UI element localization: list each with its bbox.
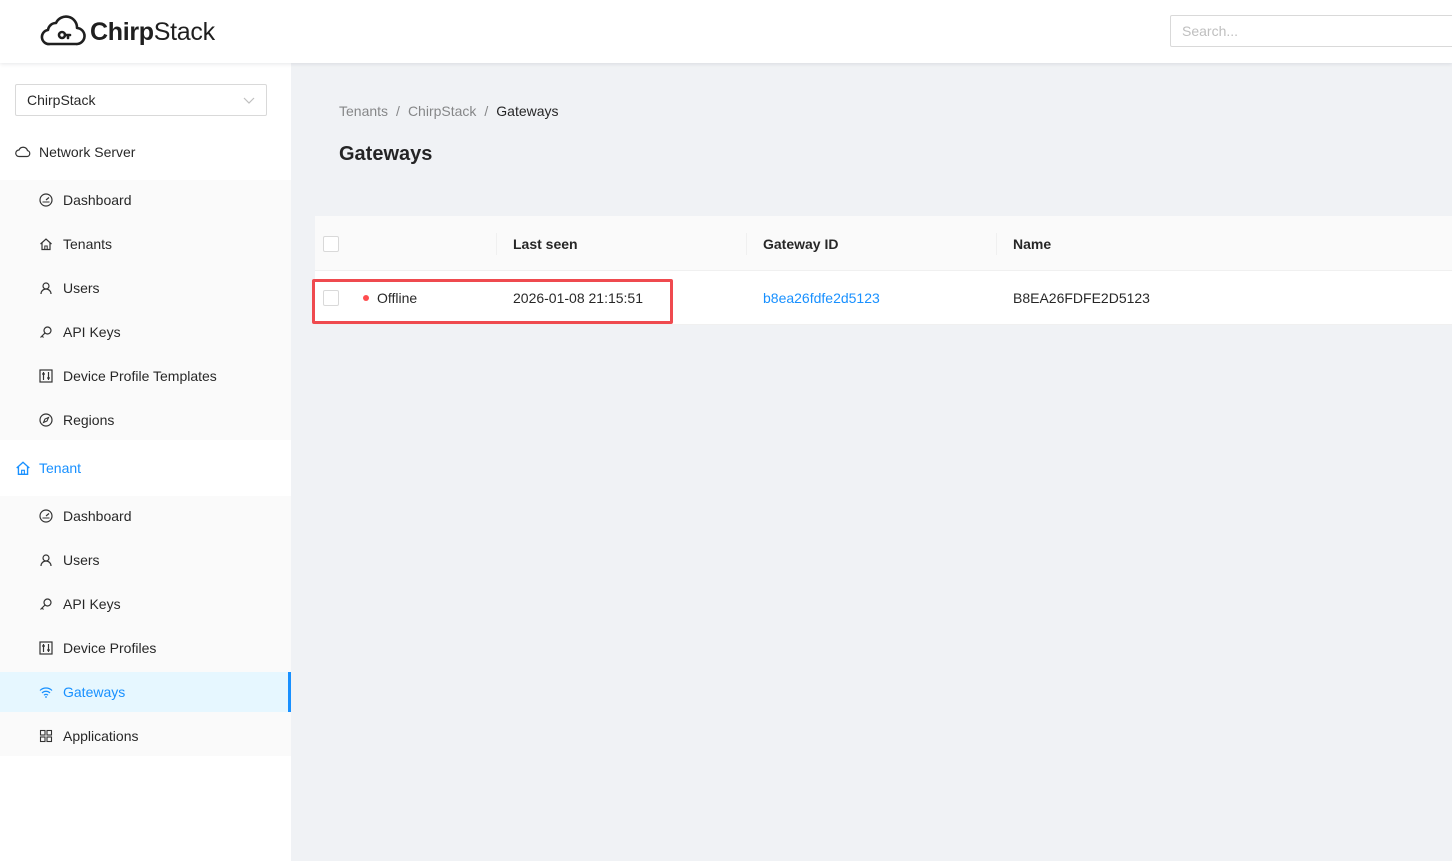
logo-text: ChirpStack bbox=[90, 17, 215, 46]
sidebar-item-label: API Keys bbox=[63, 324, 121, 340]
home-icon bbox=[15, 460, 31, 476]
select-all-checkbox[interactable] bbox=[323, 235, 339, 252]
column-divider bbox=[996, 233, 997, 255]
chirpstack-logo[interactable]: ChirpStack bbox=[40, 14, 215, 50]
user-icon bbox=[39, 553, 53, 567]
sidebar-item-label: Applications bbox=[63, 728, 139, 744]
sidebar-item-regions[interactable]: Regions bbox=[0, 400, 291, 440]
sidebar-item-ns-users[interactable]: Users bbox=[0, 268, 291, 308]
breadcrumb-tenants[interactable]: Tenants bbox=[339, 103, 388, 119]
breadcrumb-separator: / bbox=[484, 103, 489, 119]
cloud-icon bbox=[15, 146, 31, 158]
tenant-items: Dashboard Users API Keys Device Profiles… bbox=[0, 496, 291, 756]
sidebar-item-applications[interactable]: Applications bbox=[0, 716, 291, 756]
sidebar-item-ns-dashboard[interactable]: Dashboard bbox=[0, 180, 291, 220]
sidebar-item-device-profile-templates[interactable]: Device Profile Templates bbox=[0, 356, 291, 396]
compass-icon bbox=[39, 413, 53, 427]
sidebar-item-label: Device Profile Templates bbox=[63, 368, 217, 384]
sidebar-item-label: Device Profiles bbox=[63, 640, 157, 656]
table-header: Last seen Gateway ID Name bbox=[315, 216, 1452, 271]
sidebar-item-label: Gateways bbox=[63, 684, 126, 700]
search-input[interactable] bbox=[1170, 15, 1452, 47]
appstore-icon bbox=[39, 729, 53, 743]
breadcrumb-chirpstack[interactable]: ChirpStack bbox=[408, 103, 476, 119]
sidebar-item-label: API Keys bbox=[63, 596, 121, 612]
gateway-name-cell: B8EA26FDFE2D5123 bbox=[1013, 290, 1150, 306]
top-header: ChirpStack bbox=[0, 0, 1452, 63]
chirpstack-logo-icon bbox=[40, 15, 86, 46]
control-icon bbox=[39, 641, 53, 655]
submenu-network-server[interactable]: Network Server bbox=[0, 128, 291, 176]
sidebar-item-label: Regions bbox=[63, 412, 115, 428]
column-header-gateway-id[interactable]: Gateway ID bbox=[763, 216, 838, 271]
column-divider bbox=[746, 233, 747, 255]
column-divider bbox=[496, 233, 497, 255]
sidebar-item-label: Dashboard bbox=[63, 508, 132, 524]
sidebar-item-label: Users bbox=[63, 280, 100, 296]
sidebar-item-device-profiles[interactable]: Device Profiles bbox=[0, 628, 291, 668]
submenu-tenant-label: Tenant bbox=[39, 460, 82, 476]
column-header-name[interactable]: Name bbox=[1013, 216, 1051, 271]
breadcrumb: Tenants / ChirpStack / Gateways bbox=[339, 103, 559, 119]
sidebar: ChirpStack Network Server Dashboard Tena… bbox=[0, 63, 291, 861]
gateway-id-link[interactable]: b8ea26fdfe2d5123 bbox=[763, 271, 880, 325]
sidebar-item-gateways[interactable]: Gateways bbox=[0, 672, 291, 712]
sidebar-item-tenants[interactable]: Tenants bbox=[0, 224, 291, 264]
key-icon bbox=[39, 325, 53, 339]
main-content: Tenants / ChirpStack / Gateways Gateways… bbox=[291, 63, 1452, 861]
submenu-network-server-label: Network Server bbox=[39, 144, 136, 160]
breadcrumb-gateways: Gateways bbox=[496, 103, 559, 119]
key-icon bbox=[39, 597, 53, 611]
home-icon bbox=[39, 237, 53, 251]
column-header-last-seen[interactable]: Last seen bbox=[513, 216, 578, 271]
sidebar-menu: Network Server Dashboard Tenants Users A… bbox=[0, 128, 291, 760]
sidebar-item-tenant-dashboard[interactable]: Dashboard bbox=[0, 496, 291, 536]
sidebar-item-label: Dashboard bbox=[63, 192, 132, 208]
sidebar-item-tenant-api-keys[interactable]: API Keys bbox=[0, 584, 291, 624]
user-icon bbox=[39, 281, 53, 295]
dashboard-icon bbox=[39, 193, 53, 207]
control-icon bbox=[39, 369, 53, 383]
submenu-tenant[interactable]: Tenant bbox=[0, 444, 291, 492]
breadcrumb-separator: / bbox=[396, 103, 400, 119]
sidebar-item-ns-api-keys[interactable]: API Keys bbox=[0, 312, 291, 352]
highlight-annotation-box bbox=[312, 279, 673, 324]
dashboard-icon bbox=[39, 509, 53, 523]
select-all-checkbox-cell bbox=[323, 216, 339, 271]
wifi-icon bbox=[39, 685, 53, 699]
sidebar-item-tenant-users[interactable]: Users bbox=[0, 540, 291, 580]
sidebar-item-label: Tenants bbox=[63, 236, 113, 252]
chevron-down-icon bbox=[243, 97, 255, 104]
tenant-selector[interactable]: ChirpStack bbox=[15, 84, 267, 116]
sidebar-item-label: Users bbox=[63, 552, 100, 568]
page-title: Gateways bbox=[339, 143, 433, 165]
network-server-items: Dashboard Tenants Users API Keys Device … bbox=[0, 180, 291, 440]
tenant-selector-value: ChirpStack bbox=[27, 92, 96, 108]
